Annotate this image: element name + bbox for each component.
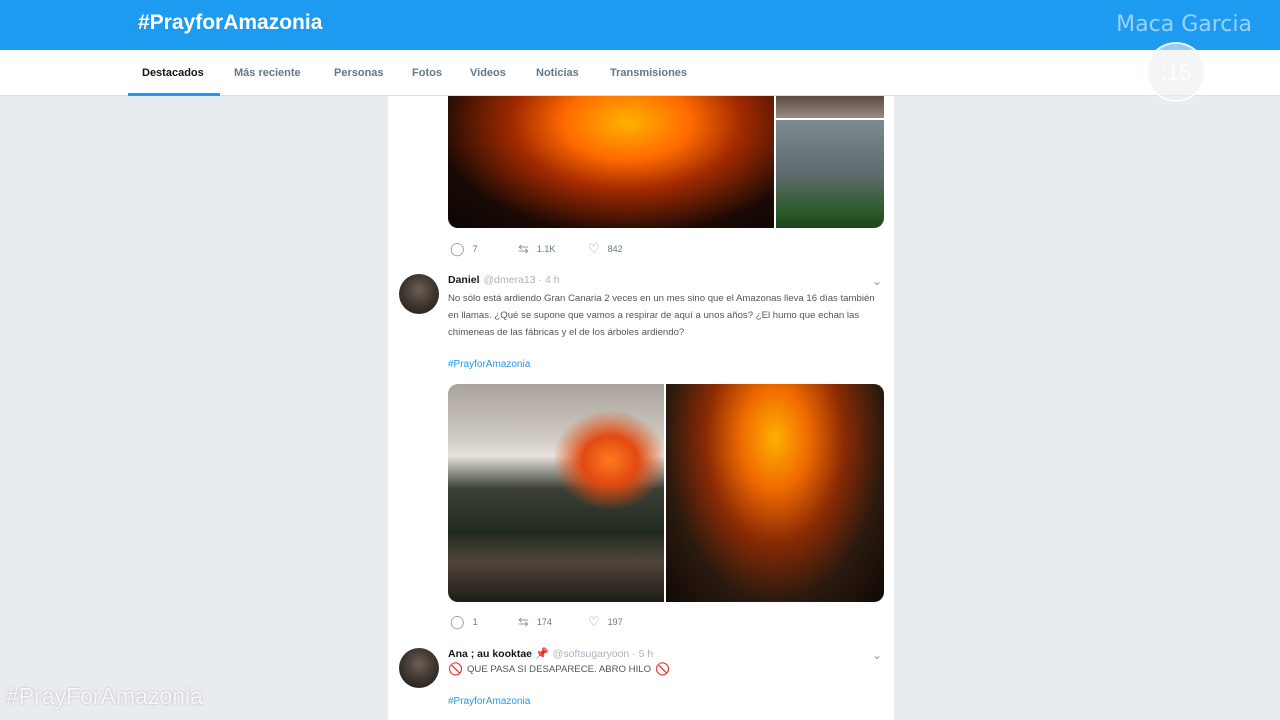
- tab-fotos[interactable]: Fotos: [412, 67, 442, 79]
- tweet[interactable]: Ana ; au kooktae 📌 @softsugaryoon · 5 h ⌄…: [388, 644, 894, 720]
- retweet-count: 1.1K: [536, 244, 556, 254]
- like-count: 842: [607, 244, 623, 254]
- avatar[interactable]: [399, 274, 439, 314]
- search-tabs: Destacados Más reciente Personas Fotos V…: [0, 50, 1280, 96]
- retweet-button[interactable]: ⇆ 174: [518, 614, 552, 630]
- like-button[interactable]: ♡ 842: [588, 241, 623, 257]
- reply-icon: ◯: [450, 241, 465, 256]
- tab-noticias[interactable]: Noticias: [536, 67, 579, 79]
- active-tab-underline: [128, 93, 220, 96]
- tweet-text: QUE PASA SI DESAPARECE. ABRO HILO: [466, 664, 652, 675]
- retweet-count: 174: [536, 617, 552, 627]
- no-entry-icon: 🚫: [655, 662, 671, 676]
- tweet-text: No sólo está ardiendo Gran Canaria 2 vec…: [448, 293, 875, 338]
- broadcast-overlay-hashtag: #PrayForAmazonia: [6, 683, 203, 709]
- smoky-forest-photo[interactable]: [776, 120, 884, 228]
- tweet-actions: ◯ 1 ⇆ 174 ♡ 197: [448, 614, 884, 630]
- tab-destacados[interactable]: Destacados: [142, 67, 204, 79]
- tweet-actions: ◯ 7 ⇆ 1.1K ♡ 842: [448, 241, 884, 257]
- retweet-button[interactable]: ⇆ 1.1K: [518, 241, 555, 257]
- tab-personas[interactable]: Personas: [334, 67, 384, 79]
- heart-icon: ♡: [588, 614, 600, 629]
- heart-icon: ♡: [588, 241, 600, 256]
- tweet-author-name[interactable]: Ana ; au kooktae: [448, 648, 532, 660]
- tweet-author-name[interactable]: Daniel: [448, 274, 480, 286]
- pin-emoji-icon: 📌: [534, 648, 549, 660]
- tweet-feed[interactable]: ◯ 7 ⇆ 1.1K ♡ 842 Daniel @dmera13 · 4 h ⌄ …: [388, 96, 894, 720]
- reply-button[interactable]: ◯ 7: [450, 241, 478, 257]
- tweet-author-handle[interactable]: @softsugaryoon · 5 h: [553, 648, 654, 660]
- hashtag-link[interactable]: #PrayforAmazonia: [448, 696, 530, 707]
- wildfire-smoke-photo[interactable]: [448, 384, 664, 602]
- tweet-author-handle[interactable]: @dmera13 · 4 h: [484, 274, 560, 286]
- like-button[interactable]: ♡ 197: [588, 614, 623, 630]
- tweet-text-row: 🚫 QUE PASA SI DESAPARECE. ABRO HILO 🚫: [448, 661, 748, 678]
- tweet-media-gallery[interactable]: [448, 96, 884, 228]
- forest-fire-photo[interactable]: [666, 384, 884, 602]
- reply-count: 1: [472, 617, 478, 627]
- chevron-down-icon[interactable]: ⌄: [872, 274, 882, 288]
- reply-count: 7: [472, 244, 478, 254]
- reply-icon: ◯: [450, 614, 465, 629]
- no-entry-icon: 🚫: [448, 662, 463, 676]
- broadcast-timer-badge: :15: [1146, 42, 1206, 102]
- retweet-icon: ⇆: [518, 614, 529, 629]
- like-count: 197: [607, 617, 623, 627]
- tweet-header: Ana ; au kooktae 📌 @softsugaryoon · 5 h: [448, 647, 653, 660]
- hashtag-link[interactable]: #PrayforAmazonia: [448, 359, 530, 370]
- retweet-icon: ⇆: [518, 241, 529, 256]
- page-title: #PrayforAmazonia: [138, 11, 323, 34]
- forest-photo[interactable]: [776, 96, 884, 118]
- broadcast-overlay-name: Maca Garcia: [1116, 12, 1252, 37]
- tweet[interactable]: Daniel @dmera13 · 4 h ⌄ No sólo está ardi…: [388, 270, 894, 630]
- avatar[interactable]: [399, 648, 439, 688]
- chevron-down-icon[interactable]: ⌄: [872, 648, 882, 662]
- tweet-header: Daniel @dmera13 · 4 h: [448, 274, 560, 286]
- top-bar: #PrayforAmazonia Maca Garcia: [0, 0, 1280, 50]
- reply-button[interactable]: ◯ 1: [450, 614, 478, 630]
- tweet-media-gallery[interactable]: [448, 384, 884, 602]
- tab-videos[interactable]: Videos: [470, 67, 506, 79]
- tab-transmisiones[interactable]: Transmisiones: [610, 67, 687, 79]
- forest-fire-photo[interactable]: [448, 96, 774, 228]
- tab-mas-reciente[interactable]: Más reciente: [234, 67, 301, 79]
